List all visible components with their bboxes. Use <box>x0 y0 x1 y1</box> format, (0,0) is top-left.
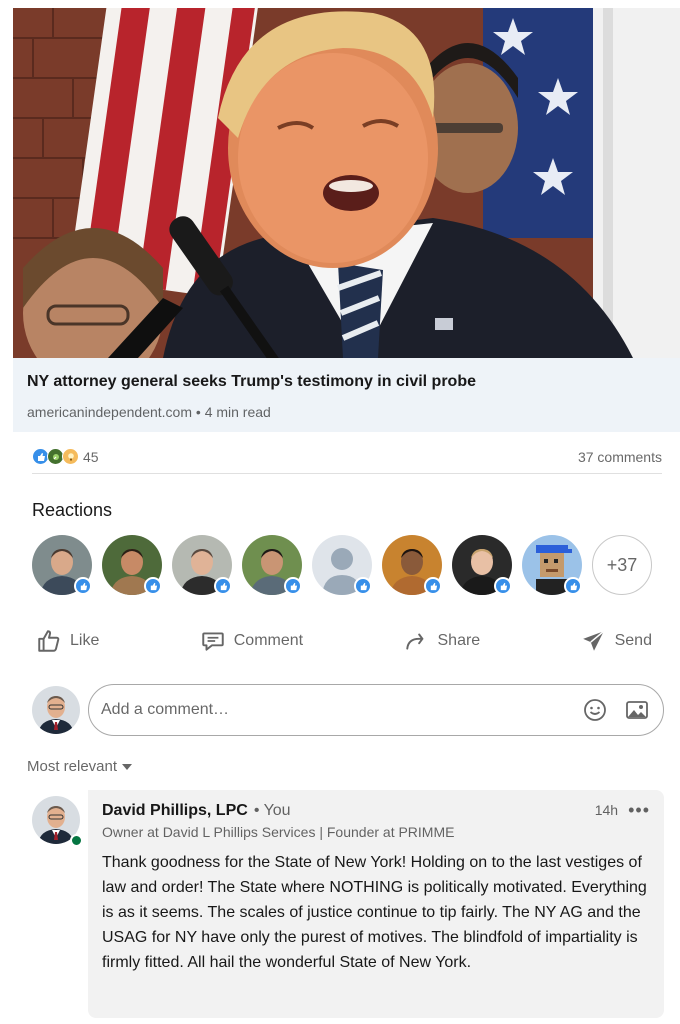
like-badge-icon <box>494 577 512 595</box>
paper-plane-icon <box>582 630 604 651</box>
article-meta: americanindependent.com • 4 min read <box>27 404 666 420</box>
speech-bubble-icon <box>202 632 224 651</box>
send-label: Send <box>614 632 652 649</box>
reaction-count: 45 <box>83 448 99 465</box>
image-icon[interactable] <box>623 696 651 724</box>
sort-label: Most relevant <box>27 758 118 775</box>
comment-author-name[interactable]: David Phillips, LPC <box>102 802 248 820</box>
insightful-icon <box>62 448 79 465</box>
you-badge: • You <box>253 802 291 819</box>
speaker-at-microphone-photo <box>13 8 680 358</box>
reactor-avatar[interactable] <box>242 535 302 595</box>
share-arrow-icon <box>405 633 423 650</box>
article-read-time: 4 min read <box>204 404 271 420</box>
reactor-avatar[interactable] <box>452 535 512 595</box>
like-badge-icon <box>564 577 582 595</box>
like-badge-icon <box>74 577 92 595</box>
reactor-avatar[interactable] <box>172 535 232 595</box>
comment-composer <box>32 684 664 736</box>
caret-down-icon <box>122 763 133 770</box>
comment-bubble: David Phillips, LPC • You 14h ••• Owner … <box>88 790 664 1018</box>
comments-count-link[interactable]: 37 comments <box>578 449 662 465</box>
comment-button[interactable]: Comment <box>188 620 315 662</box>
meta-separator: • <box>192 404 205 420</box>
comment-text: Thank goodness for the State of New York… <box>102 854 647 971</box>
share-button[interactable]: Share <box>392 620 493 662</box>
like-button[interactable]: Like <box>24 620 111 662</box>
comment-label: Comment <box>233 632 304 649</box>
reactor-avatar[interactable] <box>102 535 162 595</box>
send-button[interactable]: Send <box>569 620 664 662</box>
comment-sort-dropdown[interactable]: Most relevant <box>27 758 133 775</box>
reactor-avatar[interactable] <box>522 535 582 595</box>
share-label: Share <box>437 632 481 649</box>
like-label: Like <box>70 632 100 649</box>
comment-author-headline: Owner at David L Phillips Services | Fou… <box>102 824 455 840</box>
current-user-avatar[interactable] <box>32 686 80 734</box>
article-title[interactable]: NY attorney general seeks Trump's testim… <box>27 372 666 392</box>
emoji-icon[interactable] <box>581 696 609 724</box>
comment-input[interactable] <box>101 701 567 719</box>
reactions-heading: Reactions <box>32 500 113 520</box>
reactor-avatars: +37 <box>32 535 652 595</box>
article-image[interactable] <box>13 8 680 358</box>
reactor-avatar[interactable] <box>32 535 92 595</box>
reactor-avatar[interactable] <box>312 535 372 595</box>
online-status-dot <box>70 834 83 847</box>
comment-author-row: David Phillips, LPC • You <box>102 802 650 820</box>
comment-meta: 14h ••• <box>594 801 650 819</box>
more-options-icon[interactable]: ••• <box>628 801 650 819</box>
article-link-card[interactable]: NY attorney general seeks Trump's testim… <box>13 358 680 432</box>
like-badge-icon <box>424 577 442 595</box>
thumbs-up-icon <box>38 630 60 652</box>
like-badge-icon <box>284 577 302 595</box>
like-badge-icon <box>144 577 162 595</box>
reactor-avatar[interactable] <box>382 535 442 595</box>
post-action-bar: Like Comment Share Send <box>24 618 664 664</box>
article-source: americanindependent.com <box>27 404 192 420</box>
like-badge-icon <box>354 577 372 595</box>
comment-timestamp: 14h <box>594 802 619 818</box>
more-reactors-button[interactable]: +37 <box>592 535 652 595</box>
social-counts-bar: 45 37 comments <box>32 440 662 474</box>
reaction-summary[interactable]: 45 <box>32 448 99 465</box>
comment-input-field[interactable] <box>88 684 664 736</box>
like-badge-icon <box>214 577 232 595</box>
